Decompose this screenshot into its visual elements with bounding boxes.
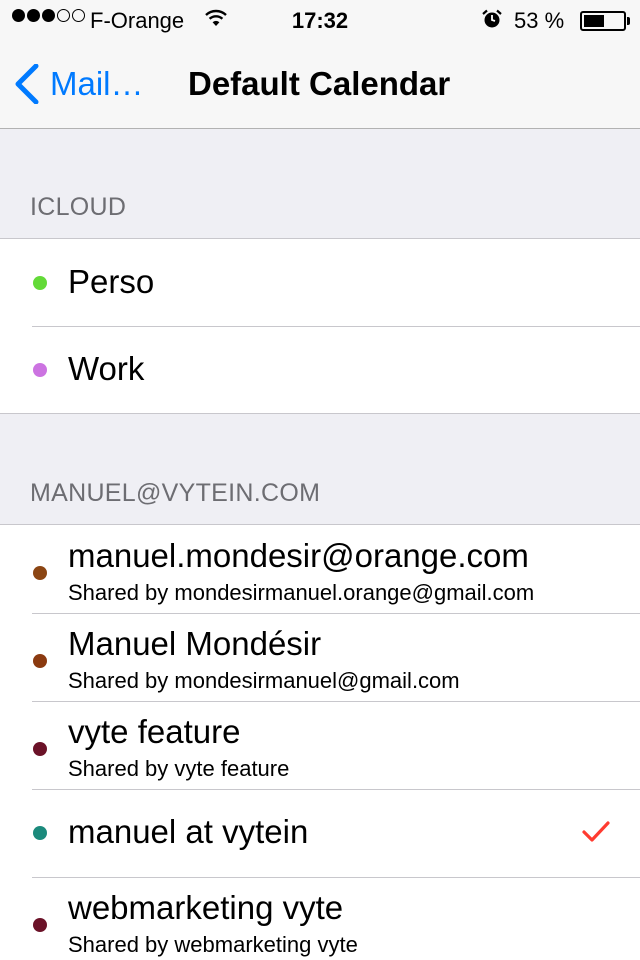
calendar-group-icloud: Perso Work [0,238,640,414]
calendar-name: webmarketing vyte [68,889,344,926]
calendar-color-dot [33,826,47,840]
calendar-name: Manuel Mondésir [68,625,322,662]
calendar-color-dot [33,654,47,668]
calendar-group-account: manuel.mondesir@orange.com Shared by mon… [0,524,640,960]
top-bar: F-Orange 17:32 53 % Mail… Default Calend… [0,0,640,129]
calendar-name: vyte feature [68,713,241,750]
calendar-row[interactable]: webmarketing vyte Shared by webmarketing… [0,877,640,960]
calendar-row-selected[interactable]: manuel at vytein [0,789,640,877]
calendar-color-dot [33,276,47,290]
calendar-name: manuel.mondesir@orange.com [68,537,529,574]
calendar-color-dot [33,363,47,377]
section-header-account: MANUEL@VYTEIN.COM [30,479,321,507]
calendar-color-dot [33,918,47,932]
calendar-row[interactable]: Work [0,326,640,413]
calendar-shared-by: Shared by webmarketing vyte [68,932,358,957]
checkmark-icon [582,821,610,848]
calendar-row[interactable]: Perso [0,239,640,326]
battery-icon [580,11,626,31]
calendar-row[interactable]: vyte feature Shared by vyte feature [0,701,640,789]
calendar-shared-by: Shared by mondesirmanuel.orange@gmail.co… [68,580,535,605]
navigation-bar: Mail… Default Calendar [0,40,640,128]
calendar-color-dot [33,742,47,756]
calendar-row[interactable]: manuel.mondesir@orange.com Shared by mon… [0,525,640,613]
calendar-row[interactable]: Manuel Mondésir Shared by mondesirmanuel… [0,613,640,701]
section-header-icloud: ICLOUD [30,193,127,221]
calendar-color-dot [33,566,47,580]
calendar-name: manuel at vytein [68,813,309,850]
calendar-name: Work [68,350,145,387]
page-title: Default Calendar [188,65,451,102]
back-button[interactable]: Mail… [14,64,144,104]
calendar-name: Perso [68,263,155,300]
battery-tip [627,17,630,25]
chevron-left-icon [15,64,39,104]
alarm-icon [482,9,502,35]
calendar-shared-by: Shared by mondesirmanuel@gmail.com [68,668,460,693]
back-button-label: Mail… [50,65,144,102]
battery-percentage: 53 % [514,8,565,33]
calendar-shared-by: Shared by vyte feature [68,756,290,781]
status-bar: F-Orange 17:32 53 % [0,0,640,40]
